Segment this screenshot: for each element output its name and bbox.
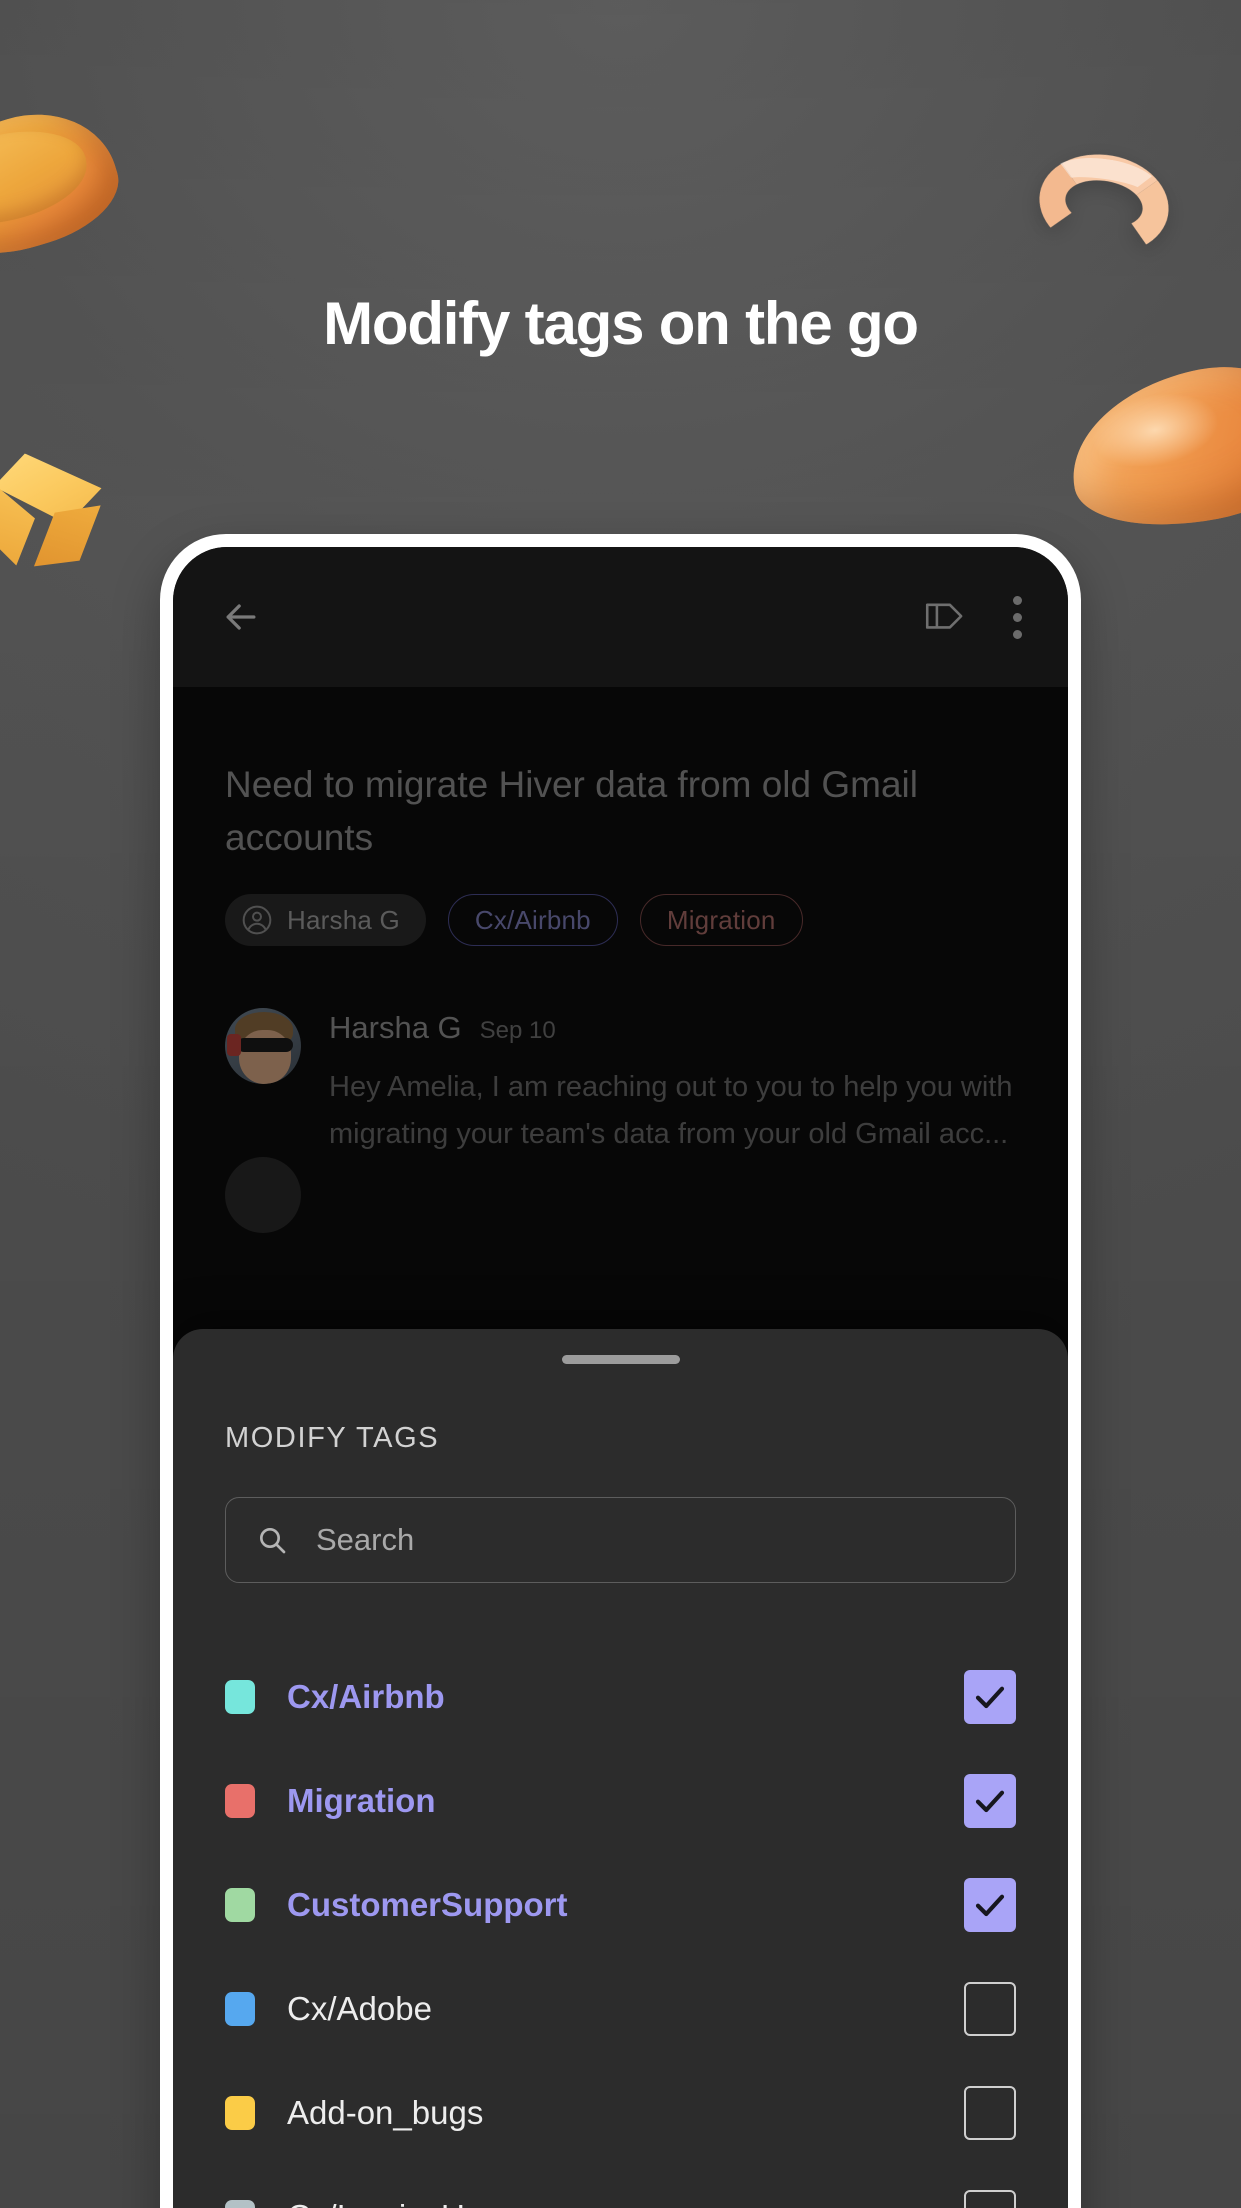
tag-color-swatch	[225, 2096, 255, 2130]
tag-color-swatch	[225, 1992, 255, 2026]
tag-color-swatch	[225, 1680, 255, 1714]
checkbox-checked[interactable]	[964, 1774, 1016, 1828]
sheet-title: MODIFY TAGS	[225, 1422, 440, 1454]
tag-label: Cx/Airbnb	[287, 1678, 445, 1715]
checkbox-checked[interactable]	[964, 1878, 1016, 1932]
modify-tags-bottom-sheet: MODIFY TAGS Cx/Airbnb Migration CustomerSu…	[173, 1329, 1068, 2208]
app-bar	[173, 547, 1068, 687]
tag-color-swatch	[225, 1784, 255, 1818]
phone-screen: Need to migrate Hiver data from old Gmai…	[173, 547, 1068, 2208]
checkbox-checked[interactable]	[964, 1670, 1016, 1724]
tag-icon[interactable]	[924, 600, 966, 634]
tag-label: Migration	[287, 1782, 436, 1819]
tag-label: Cx/InvoiceUs	[287, 2198, 481, 2208]
tag-list-item[interactable]: Add-on_bugs	[225, 2061, 1016, 2165]
search-input[interactable]	[316, 1522, 985, 1558]
tag-list-item[interactable]: Cx/InvoiceUs	[225, 2165, 1016, 2208]
tag-label: Add-on_bugs	[287, 2094, 484, 2131]
tag-color-swatch	[225, 1888, 255, 1922]
phone-mockup-frame: Need to migrate Hiver data from old Gmai…	[160, 534, 1081, 2208]
checkbox-unchecked[interactable]	[964, 1982, 1016, 2036]
tag-list: Cx/Airbnb Migration CustomerSupport Cx/Adob…	[173, 1645, 1068, 2208]
overflow-menu-icon[interactable]	[1012, 595, 1022, 639]
tag-list-item[interactable]: Migration	[225, 1749, 1016, 1853]
tag-list-item[interactable]: CustomerSupport	[225, 1853, 1016, 1957]
search-field-container[interactable]	[225, 1497, 1016, 1583]
checkbox-unchecked[interactable]	[964, 2086, 1016, 2140]
search-icon	[256, 1524, 288, 1556]
tag-label: Cx/Adobe	[287, 1990, 432, 2027]
sheet-drag-handle[interactable]	[561, 1355, 680, 1364]
tag-label: CustomerSupport	[287, 1886, 568, 1923]
arrow-left-icon[interactable]	[219, 595, 263, 639]
page-title: Modify tags on the go	[323, 290, 919, 357]
tag-list-item[interactable]: Cx/Airbnb	[225, 1645, 1016, 1749]
tag-list-item[interactable]: Cx/Adobe	[225, 1957, 1016, 2061]
tag-color-swatch	[225, 2200, 255, 2208]
checkbox-unchecked[interactable]	[964, 2190, 1016, 2208]
